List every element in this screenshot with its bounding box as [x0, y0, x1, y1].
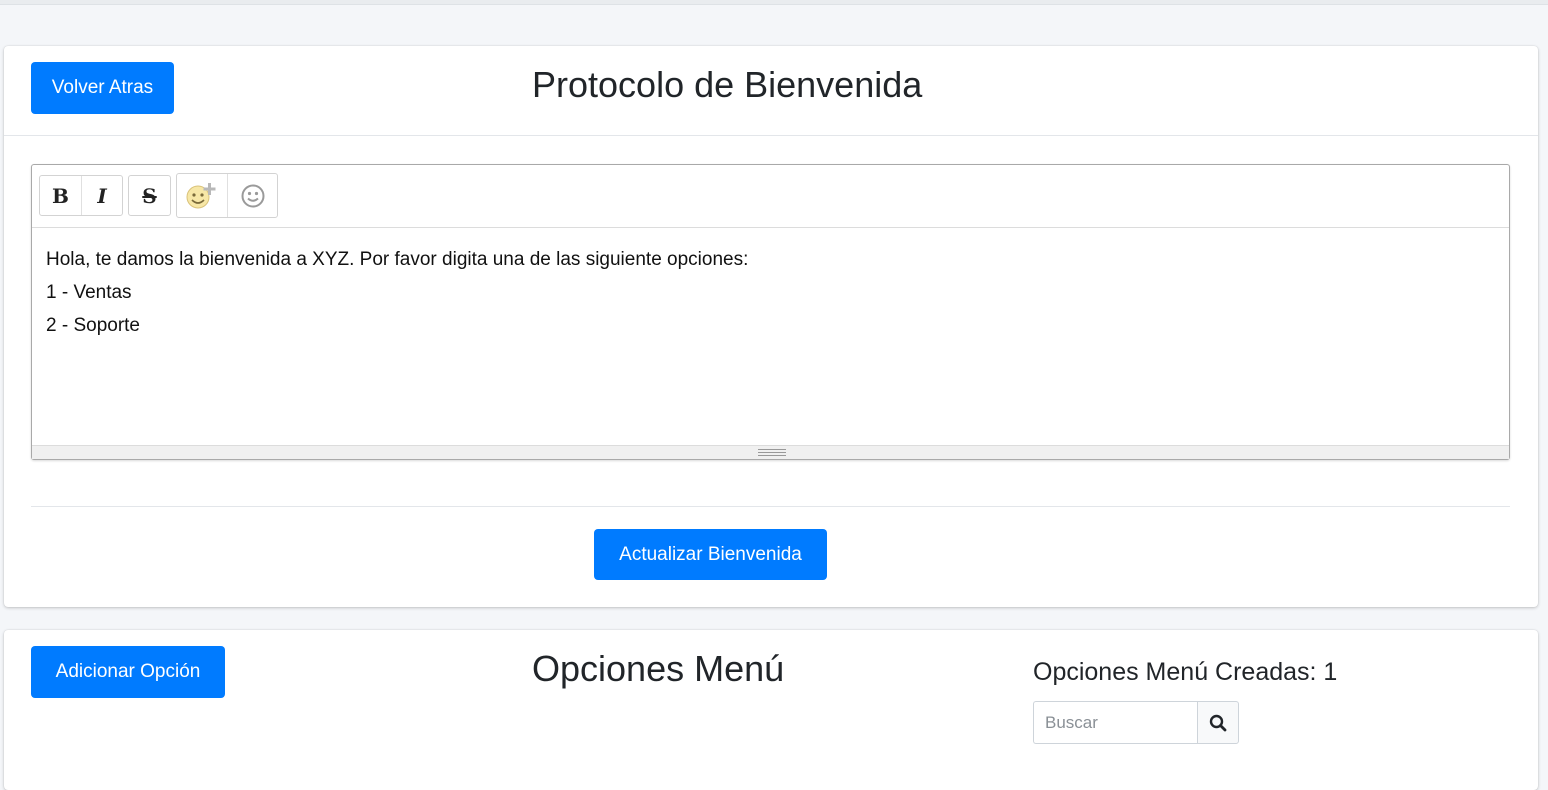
- search-icon: [1209, 714, 1227, 731]
- section-divider: [31, 506, 1510, 507]
- rich-text-editor[interactable]: B I S Hola, te damos la bienvenida a XYZ…: [31, 164, 1510, 460]
- grip-icon: [758, 449, 786, 456]
- welcome-card: Volver Atras Protocolo de Bienvenida B I…: [4, 46, 1538, 607]
- search-group: [1033, 701, 1239, 744]
- add-option-button[interactable]: Adicionar Opción: [31, 646, 225, 698]
- page-top-edge: [0, 0, 1548, 5]
- strikethrough-button[interactable]: S: [129, 176, 170, 215]
- search-button[interactable]: [1197, 701, 1239, 744]
- menu-options-card: Adicionar Opción Opciones Menú Opciones …: [4, 630, 1538, 790]
- italic-icon: I: [97, 183, 107, 208]
- menu-title: Opciones Menú: [532, 648, 785, 689]
- bold-button[interactable]: B: [40, 176, 81, 215]
- emoji-button[interactable]: [227, 174, 277, 217]
- editor-content[interactable]: Hola, te damos la bienvenida a XYZ. Por …: [46, 243, 748, 342]
- options-count: Opciones Menú Creadas: 1: [1033, 658, 1338, 686]
- editor-toolbar: B I S: [32, 165, 1509, 228]
- emoji-add-button[interactable]: [177, 174, 227, 217]
- content-line: 1 - Ventas: [46, 282, 132, 303]
- strike-button-group: S: [128, 175, 171, 216]
- page-title: Protocolo de Bienvenida: [532, 64, 923, 105]
- bold-icon: B: [52, 183, 69, 208]
- editor-resize-handle[interactable]: [32, 445, 1509, 459]
- strikethrough-icon: S: [142, 183, 157, 208]
- emoji-add-icon: [186, 182, 216, 208]
- content-line: 2 - Soporte: [46, 315, 140, 336]
- update-welcome-button[interactable]: Actualizar Bienvenida: [594, 529, 827, 580]
- emoji-icon: [241, 184, 264, 207]
- format-button-group: B I: [39, 175, 123, 216]
- emoji-button-group: [176, 173, 278, 218]
- card-header-divider: [4, 135, 1538, 136]
- back-button[interactable]: Volver Atras: [31, 62, 174, 114]
- italic-button[interactable]: I: [81, 176, 122, 215]
- search-input[interactable]: [1033, 701, 1197, 744]
- content-line: Hola, te damos la bienvenida a XYZ. Por …: [46, 249, 749, 270]
